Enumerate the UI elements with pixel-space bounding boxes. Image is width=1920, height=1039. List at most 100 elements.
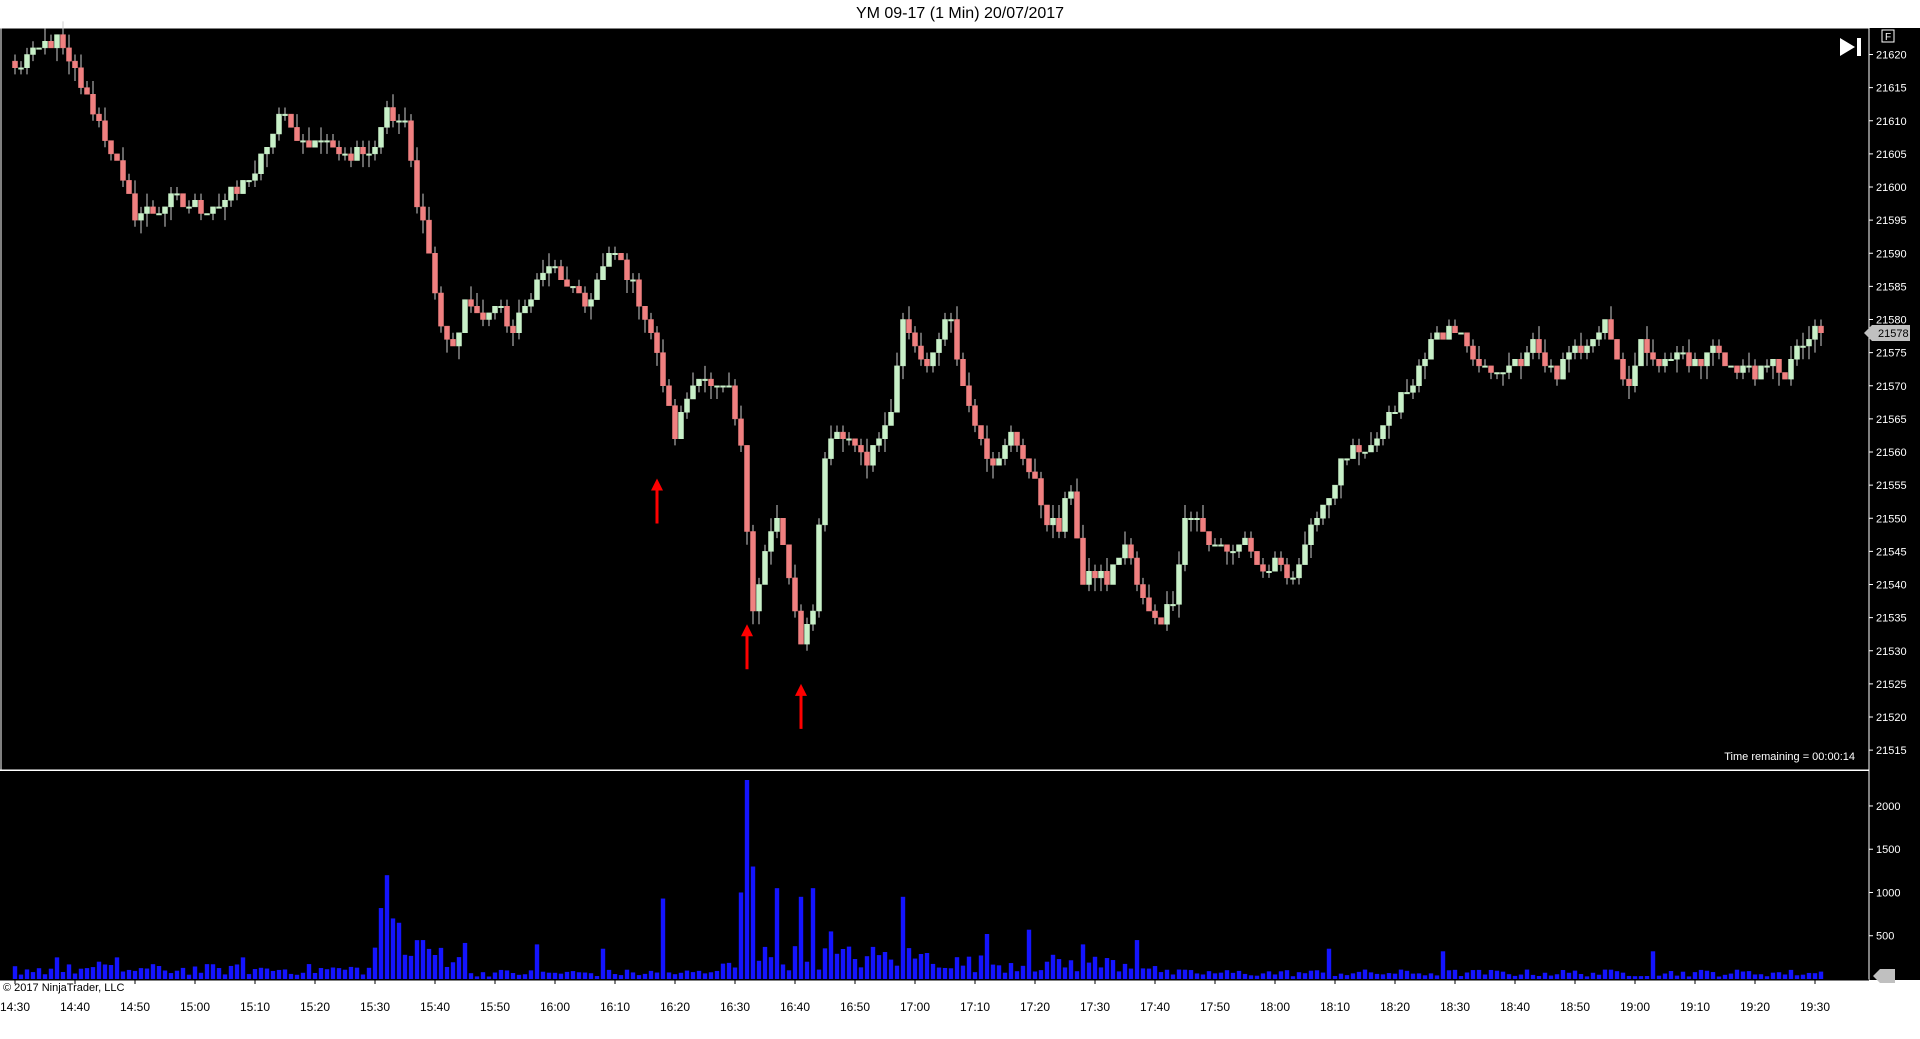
time-tick-label: 19:30 [1800, 1000, 1830, 1014]
candle-down [732, 385, 738, 420]
candle-up [768, 531, 774, 552]
volume-bar [1314, 970, 1320, 979]
candle-up [1296, 564, 1302, 579]
volume-bar [210, 964, 216, 979]
candle-up [876, 438, 882, 446]
candle-up [1002, 445, 1008, 459]
volume-bar [978, 955, 984, 979]
volume-bar [1506, 974, 1512, 979]
volume-bar [1584, 976, 1590, 979]
candle-down [912, 332, 918, 347]
candle-down [960, 359, 966, 386]
candle-down [1074, 491, 1080, 539]
candle-up [1662, 359, 1668, 367]
candle-up [870, 445, 876, 466]
volume-bar [792, 946, 798, 979]
volume-bar [204, 964, 210, 979]
volume-bar [828, 931, 834, 979]
volume-bar [222, 974, 228, 979]
time-tick-label: 16:10 [600, 1000, 630, 1014]
volume-bar [384, 875, 390, 979]
volume-bar [678, 972, 684, 979]
candle-up [1116, 557, 1122, 565]
candle-down [420, 206, 426, 221]
volume-bar [1758, 974, 1764, 979]
candle-down [336, 147, 342, 155]
volume-bar [114, 957, 120, 979]
volume-bar [1014, 971, 1020, 979]
candle-down [1476, 359, 1482, 367]
candle-up [36, 47, 42, 50]
candle-down [1284, 564, 1290, 579]
candle-up [756, 584, 762, 612]
volume-bar [1638, 976, 1644, 979]
volume-bar [1416, 973, 1422, 979]
volume-bar [726, 962, 732, 979]
volume-panel[interactable] [0, 771, 1869, 980]
volume-bar [654, 972, 660, 979]
candle-up [588, 299, 594, 307]
candle-up [1122, 544, 1128, 559]
time-tick-label: 16:40 [780, 1000, 810, 1014]
volume-bar [1152, 966, 1158, 979]
volume-bar [1578, 973, 1584, 979]
candle-up [1692, 359, 1698, 367]
volume-bar [1662, 973, 1668, 979]
volume-bar [468, 973, 474, 979]
volume-bar [462, 942, 468, 979]
volume-bar [1230, 972, 1236, 979]
candle-up [1164, 604, 1170, 625]
candle-up [630, 279, 636, 282]
candle-up [1710, 345, 1716, 353]
candle-down [414, 160, 420, 208]
candle-down [978, 425, 984, 439]
time-tick-label: 19:00 [1620, 1000, 1650, 1014]
volume-bar [1200, 974, 1206, 979]
volume-bar [216, 968, 222, 979]
volume-bar [1260, 973, 1266, 979]
volume-bar [834, 953, 840, 979]
candle-down [84, 87, 90, 95]
price-tick-label: 21540 [1876, 580, 1907, 592]
volume-bar [1734, 969, 1740, 979]
candle-up [1320, 504, 1326, 519]
candle-down [966, 385, 972, 406]
volume-bar [1308, 970, 1314, 979]
volume-bar [318, 968, 324, 979]
candle-up [894, 365, 900, 413]
time-tick-label: 18:50 [1560, 1000, 1590, 1014]
volume-bar [558, 973, 564, 979]
candle-up [168, 193, 174, 208]
candle-up [1344, 458, 1350, 461]
candle-up [810, 610, 816, 625]
price-axis[interactable] [1869, 28, 1920, 980]
time-tick-label: 14:50 [120, 1000, 150, 1014]
volume-bar [180, 967, 186, 979]
f-button[interactable]: F [1881, 29, 1895, 43]
candle-down [1200, 518, 1206, 532]
candle-down [1818, 325, 1824, 333]
chart-canvas[interactable]: 21515 21520 21525 21530 21535 21540 21545 21550… [0, 0, 1920, 1039]
candle-up [570, 286, 576, 289]
volume-bar [1146, 968, 1152, 979]
volume-bar [966, 956, 972, 979]
volume-bar [1644, 975, 1650, 979]
candle-up [240, 180, 246, 194]
price-panel[interactable] [0, 28, 1869, 770]
volume-bar [588, 973, 594, 979]
volume-bar [1158, 972, 1164, 979]
candle-down [12, 60, 18, 68]
volume-bar [276, 969, 282, 979]
candle-up [1110, 564, 1116, 585]
candle-up [1272, 557, 1278, 572]
volume-bar [1134, 940, 1140, 979]
price-tick-label: 21530 [1876, 646, 1907, 658]
volume-bar [756, 960, 762, 979]
volume-bar [762, 946, 768, 979]
candle-up [900, 319, 906, 367]
time-remaining: Time remaining = 00:00:14 [1724, 751, 1855, 763]
volume-bar [624, 969, 630, 979]
price-tick-label: 21560 [1876, 447, 1907, 459]
candle-down [1578, 345, 1584, 353]
candle-down [108, 140, 114, 155]
